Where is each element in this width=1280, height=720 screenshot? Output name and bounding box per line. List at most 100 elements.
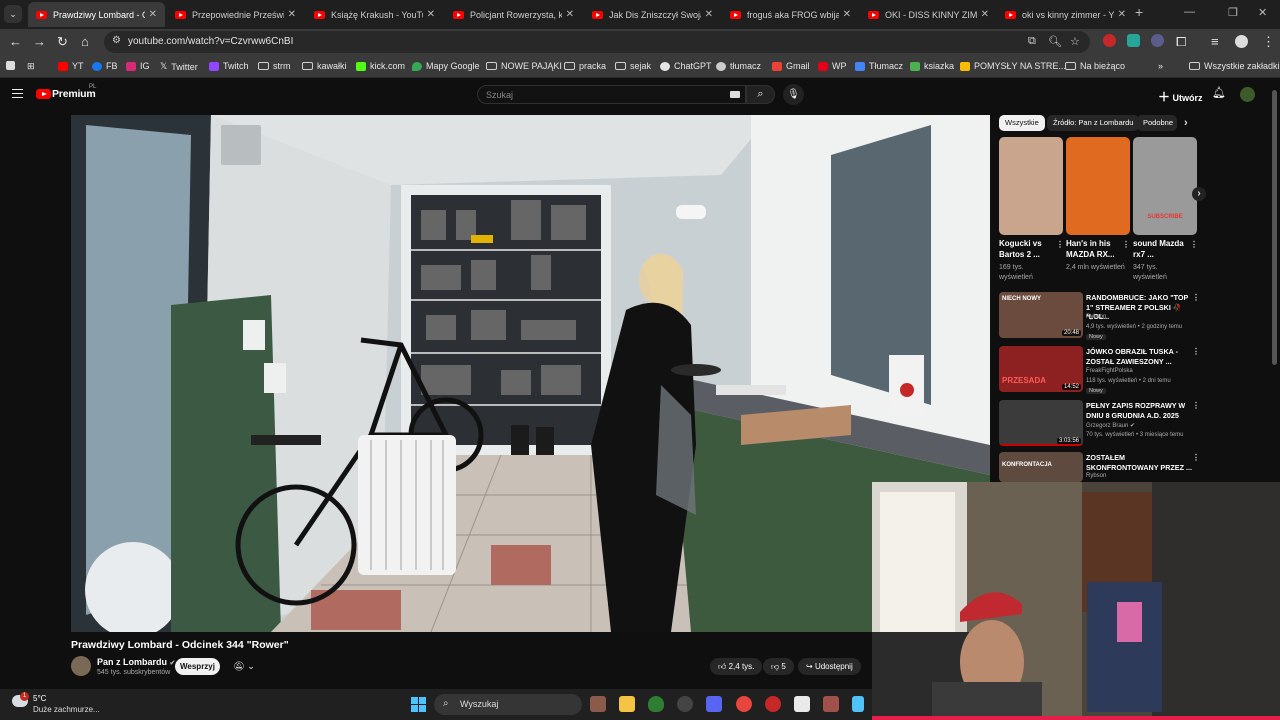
bookmark-gmail[interactable]: Gmail	[772, 61, 810, 71]
bookmark-star-icon[interactable]: ☆	[1070, 35, 1080, 48]
short-thumb-2[interactable]: SUBSCRIBE	[1133, 137, 1197, 235]
weather-description[interactable]: Duże zachmurze...	[33, 705, 100, 714]
back-icon[interactable]: ←	[9, 34, 22, 49]
support-button[interactable]: Wesprzyj	[175, 658, 220, 675]
tab-0[interactable]: Prawdziwy Lombard - Od ✕	[28, 2, 165, 27]
forward-icon[interactable]: →	[33, 34, 46, 49]
share-button[interactable]: ↪ Udostępnij	[798, 658, 861, 675]
apps-grid-icon[interactable]: ⊞	[27, 61, 35, 72]
taskbar-app-icon[interactable]	[677, 696, 693, 712]
tab-3[interactable]: Policjant Rowerzysta, któr ✕	[445, 2, 582, 27]
rec-title-2[interactable]: PEŁNY ZAPIS ROZPRAWY W DNIU 8 GRUDNIA A.…	[1086, 401, 1196, 420]
channel-name[interactable]: Pan z Lombardu ✔	[97, 657, 175, 667]
menu-dots-icon[interactable]: ⋮	[1262, 34, 1275, 50]
rec-menu-icon[interactable]: ⋮	[1192, 293, 1200, 302]
rec-menu-icon[interactable]: ⋮	[1192, 453, 1200, 462]
reload-icon[interactable]: ↻	[57, 34, 68, 50]
all-bookmarks[interactable]: Wszystkie zakładki	[1189, 61, 1280, 71]
tab-2[interactable]: Książę Krakush - YouTube ✕	[306, 2, 443, 27]
address-bar[interactable]: ⚙ youtube.com/watch?v=Czvrww6CnBI ⧉ 🔍︎ ☆	[104, 31, 1090, 53]
notifications-bell-icon[interactable]: 🔔︎	[1212, 86, 1226, 99]
dislike-button[interactable]: 👎︎ 5	[763, 658, 794, 675]
bookmark-ig[interactable]: IG	[126, 61, 150, 71]
tab-close-icon[interactable]: ✕	[705, 9, 713, 20]
opera-icon[interactable]	[765, 696, 781, 712]
taskbar-search-input[interactable]: Wyszukaj	[434, 694, 582, 715]
tab-close-icon[interactable]: ✕	[843, 9, 851, 20]
bookmark-folder-sejak[interactable]: sejak	[615, 61, 651, 71]
bookmark-yt[interactable]: YT	[58, 61, 84, 71]
tab-close-icon[interactable]: ✕	[566, 9, 574, 20]
chip-all[interactable]: Wszystkie	[999, 115, 1045, 131]
rec-thumb-2[interactable]: 3:03:56	[999, 400, 1083, 446]
bookmark-folder-pracka[interactable]: pracka	[564, 61, 606, 71]
install-app-icon[interactable]: ⧉	[1028, 35, 1036, 48]
short-title-2[interactable]: sound Mazda rx7 ...	[1133, 238, 1193, 260]
youtube-logo-icon[interactable]	[36, 89, 51, 99]
rec-menu-icon[interactable]: ⋮	[1192, 347, 1200, 356]
notepad-icon[interactable]	[852, 696, 864, 712]
tab-close-icon[interactable]: ✕	[427, 9, 435, 20]
video-player[interactable]	[71, 115, 990, 632]
account-avatar[interactable]	[1240, 87, 1255, 102]
voice-search-icon[interactable]: 🎙︎	[783, 84, 804, 105]
site-info-icon[interactable]: ⚙	[112, 35, 121, 46]
rec-title-1[interactable]: JÓWKO OBRAZIŁ TUSKA - ZOSTAŁ ZAWIESZONY …	[1086, 347, 1196, 366]
tab-close-icon[interactable]: ✕	[149, 9, 157, 20]
short-menu-icon[interactable]: ⋮	[1056, 240, 1064, 249]
chrome-icon[interactable]	[736, 696, 752, 712]
extension-icon[interactable]	[1151, 34, 1164, 47]
bookmark-folder-nowe-pajaki[interactable]: NOWE PAJĄKI	[486, 61, 562, 71]
extensions-puzzle-icon[interactable]: ⧠	[1176, 34, 1186, 50]
bookmark-chatgpt[interactable]: ChatGPT	[660, 61, 712, 71]
subscription-bell-button[interactable]: 🔕︎ ⌄	[227, 658, 261, 675]
short-thumb-0[interactable]	[999, 137, 1063, 235]
shorts-next-icon[interactable]: ›	[1192, 187, 1206, 201]
rec-channel-3[interactable]: Rybson	[1086, 473, 1106, 479]
rec-thumb-1[interactable]: PRZESADA 14:52	[999, 346, 1083, 392]
tab-4[interactable]: Jak Dis Zniszczył Swoją K ✕	[584, 2, 721, 27]
taskbar-app-photo-icon[interactable]	[823, 696, 839, 712]
rec-menu-icon[interactable]: ⋮	[1192, 401, 1200, 410]
tab-close-icon[interactable]: ✕	[981, 9, 989, 20]
tab-close-icon[interactable]: ✕	[1118, 9, 1126, 20]
bookmark-folder-kawalki[interactable]: kawałki	[302, 61, 347, 71]
bookmark-folder-na-biezaco[interactable]: Na bieżąco	[1065, 61, 1125, 71]
tab-7[interactable]: oki vs kinny zimmer - You ✕	[997, 2, 1134, 27]
discord-icon[interactable]	[706, 696, 722, 712]
create-button[interactable]: ＋ Utwórz	[1158, 88, 1203, 105]
media-control-icon[interactable]: ≡	[1211, 34, 1219, 49]
short-title-1[interactable]: Han's in his MAZDA RX...	[1066, 238, 1126, 260]
rec-thumb-3[interactable]: KONFRONTACJA	[999, 452, 1083, 482]
shield-app-icon[interactable]	[648, 696, 664, 712]
bookmark-twitter[interactable]: 𝕏 Twitter	[160, 61, 198, 72]
taskbar-app-white-icon[interactable]	[794, 696, 810, 712]
bookmark-twitch[interactable]: Twitch	[209, 61, 249, 71]
chip-related[interactable]: Podobne	[1137, 115, 1177, 131]
rec-title-3[interactable]: ZOSTAŁEM SKONFRONTOWANY PRZEZ ...	[1086, 453, 1196, 472]
bookmarks-overflow-icon[interactable]: »	[1158, 61, 1163, 71]
zoom-icon[interactable]: 🔍︎	[1048, 35, 1062, 48]
weather-temperature[interactable]: 5°C	[33, 694, 46, 703]
bookmark-fb[interactable]: FB	[92, 61, 118, 71]
rec-channel-2[interactable]: Grzegorz Braun ✔	[1086, 422, 1135, 429]
maximize-icon[interactable]: ❐	[1228, 6, 1238, 19]
rec-channel-0[interactable]: Rybson	[1086, 314, 1106, 320]
bookmark-wp[interactable]: WP	[818, 61, 847, 71]
tab-5[interactable]: froguś aka FROG wbija sie ✕	[722, 2, 859, 27]
close-window-icon[interactable]: ✕	[1258, 6, 1267, 19]
bookmark-kick[interactable]: kick.com	[356, 61, 405, 71]
short-thumb-1[interactable]	[1066, 137, 1130, 235]
bookmark-tlumacz[interactable]: tłumacz	[716, 61, 761, 71]
tab-1[interactable]: Przepowiednie Prześwira ✕	[167, 2, 304, 27]
bookmark-ksiazka[interactable]: ksiazka	[910, 61, 954, 71]
tab-6[interactable]: OKI - DISS KINNY ZIMME ✕	[860, 2, 997, 27]
rec-channel-1[interactable]: FreakFightPolska	[1086, 368, 1133, 374]
short-menu-icon[interactable]: ⋮	[1122, 240, 1130, 249]
short-title-0[interactable]: Kogucki vs Bartos 2 ...	[999, 238, 1059, 260]
keyboard-icon[interactable]	[730, 91, 740, 98]
minimize-icon[interactable]: —	[1184, 6, 1195, 18]
short-menu-icon[interactable]: ⋮	[1190, 240, 1198, 249]
bookmark-maps[interactable]: Mapy Google	[412, 61, 480, 71]
bookmark-pomysly[interactable]: POMYSŁY NA STRE...	[960, 61, 1066, 71]
